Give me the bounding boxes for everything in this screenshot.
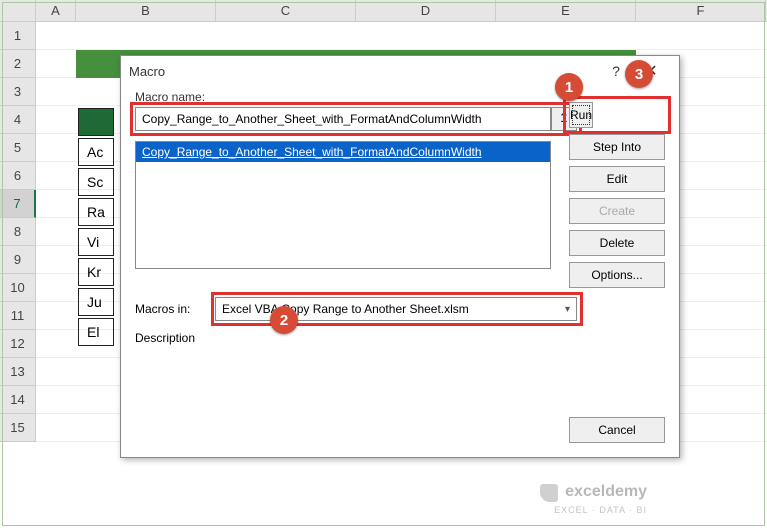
row-header[interactable]: 14 <box>0 386 36 414</box>
row-header[interactable]: 10 <box>0 274 36 302</box>
macro-listbox[interactable]: Copy_Range_to_Another_Sheet_with_FormatA… <box>135 141 551 269</box>
dialog-side-buttons: Run Step Into Edit Create Delete Options… <box>569 102 665 288</box>
run-button[interactable]: Run <box>569 102 593 128</box>
row-headers: 1 2 3 4 5 6 7 8 9 10 11 12 13 14 15 <box>0 22 36 442</box>
col-header[interactable]: D <box>356 0 496 21</box>
row-header[interactable]: 13 <box>0 358 36 386</box>
row-header[interactable]: 4 <box>0 106 36 134</box>
chevron-down-icon: ▾ <box>565 304 570 315</box>
table-cell[interactable]: Ra <box>78 198 114 226</box>
table-cell[interactable] <box>78 108 114 136</box>
edit-button[interactable]: Edit <box>569 166 665 192</box>
row-header[interactable]: 12 <box>0 330 36 358</box>
row-header[interactable]: 2 <box>0 50 36 78</box>
watermark: exceldemy EXCEL · DATA · BI <box>540 483 647 516</box>
macros-in-value: Excel VBA Copy Range to Another Sheet.xl… <box>222 302 469 316</box>
spreadsheet-grid: A B C D E F 1 2 3 4 5 6 7 8 9 10 11 12 1… <box>0 0 767 22</box>
watermark-icon <box>540 484 558 502</box>
cancel-button[interactable]: Cancel <box>569 417 665 443</box>
annotation-badge-1: 1 <box>555 73 583 101</box>
step-into-button[interactable]: Step Into <box>569 134 665 160</box>
table-cell[interactable]: Ju <box>78 288 114 316</box>
table-cell[interactable]: El <box>78 318 114 346</box>
row-header[interactable]: 3 <box>0 78 36 106</box>
annotation-badge-3: 3 <box>625 60 653 88</box>
macro-name-input[interactable] <box>135 107 551 131</box>
col-header[interactable]: E <box>496 0 636 21</box>
row-header[interactable]: 5 <box>0 134 36 162</box>
col-header[interactable]: F <box>636 0 766 21</box>
col-header[interactable]: C <box>216 0 356 21</box>
watermark-title: exceldemy <box>565 483 647 500</box>
select-all-corner[interactable] <box>0 0 36 21</box>
row-header[interactable]: 9 <box>0 246 36 274</box>
row-header[interactable]: 11 <box>0 302 36 330</box>
description-label: Description <box>135 331 665 345</box>
column-headers: A B C D E F <box>0 0 767 22</box>
macro-dialog: Macro ? ✕ Macro name: ↥ Copy_Range_to_An… <box>120 55 680 458</box>
col-header[interactable]: B <box>76 0 216 21</box>
table-cell[interactable]: Kr <box>78 258 114 286</box>
dialog-title: Macro <box>129 64 601 79</box>
dialog-titlebar[interactable]: Macro ? ✕ <box>121 56 679 86</box>
row-header-selected[interactable]: 7 <box>0 190 36 218</box>
create-button: Create <box>569 198 665 224</box>
col-header[interactable]: A <box>36 0 76 21</box>
delete-button[interactable]: Delete <box>569 230 665 256</box>
table-cell[interactable]: Ac <box>78 138 114 166</box>
table-cell[interactable]: Sc <box>78 168 114 196</box>
macros-in-label: Macros in: <box>135 302 205 316</box>
row-header[interactable]: 6 <box>0 162 36 190</box>
row-header[interactable]: 15 <box>0 414 36 442</box>
annotation-badge-2: 2 <box>270 306 298 334</box>
table-cell[interactable]: Vi <box>78 228 114 256</box>
watermark-sub: EXCEL · DATA · BI <box>554 505 647 515</box>
row-header[interactable]: 8 <box>0 218 36 246</box>
list-item[interactable]: Copy_Range_to_Another_Sheet_with_FormatA… <box>136 142 550 162</box>
row-header[interactable]: 1 <box>0 22 36 50</box>
options-button[interactable]: Options... <box>569 262 665 288</box>
